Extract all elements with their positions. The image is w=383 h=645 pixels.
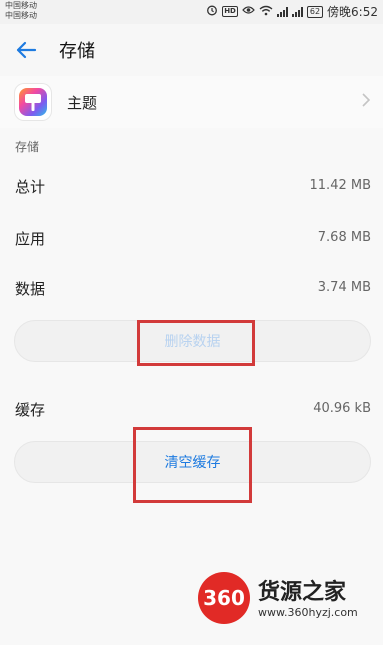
watermark-logo: 360: [198, 572, 250, 624]
watermark: 360 货源之家 www.360hyzj.com: [198, 568, 378, 630]
back-button[interactable]: [10, 34, 42, 66]
watermark-brand: 货源之家: [258, 580, 347, 605]
app-info-row[interactable]: 主题: [0, 76, 383, 128]
section-header-storage: 存储: [15, 140, 40, 154]
status-bar: 中国移动 中国移动 HD 62 傍晚6:52: [0, 0, 383, 24]
total-value: 11.42 MB: [309, 178, 371, 193]
signal-1-icon: [276, 6, 288, 17]
chevron-right-icon: [361, 92, 371, 112]
cache-label: 缓存: [15, 401, 46, 419]
highlight-box-clear-cache: [133, 427, 252, 503]
arrow-left-icon: [16, 41, 37, 59]
page-title: 存储: [59, 41, 95, 62]
carrier-1: 中国移动: [5, 1, 37, 10]
app-bar: 存储: [0, 24, 383, 76]
app-size-value: 7.68 MB: [317, 230, 371, 245]
carrier-info: 中国移动 中国移动: [5, 1, 37, 21]
carrier-2: 中国移动: [5, 11, 37, 20]
status-time: 傍晚6:52: [327, 5, 378, 19]
wifi-icon: [259, 5, 273, 19]
watermark-url: www.360hyzj.com: [258, 606, 358, 619]
data-size-label: 数据: [15, 280, 46, 298]
highlight-box-clear-data: [137, 320, 255, 366]
total-label: 总计: [15, 178, 46, 196]
data-size-value: 3.74 MB: [317, 280, 371, 295]
eye-icon: [242, 5, 255, 18]
app-name: 主题: [67, 94, 98, 112]
hd-icon: HD: [222, 6, 238, 17]
app-size-label: 应用: [15, 230, 46, 248]
theme-app-icon: [15, 84, 51, 120]
signal-2-icon: [291, 6, 303, 17]
status-icons: HD 62 傍晚6:52: [206, 3, 378, 20]
battery-icon: 62: [306, 5, 324, 18]
alarm-icon: [206, 4, 218, 19]
cache-value: 40.96 kB: [313, 401, 371, 416]
